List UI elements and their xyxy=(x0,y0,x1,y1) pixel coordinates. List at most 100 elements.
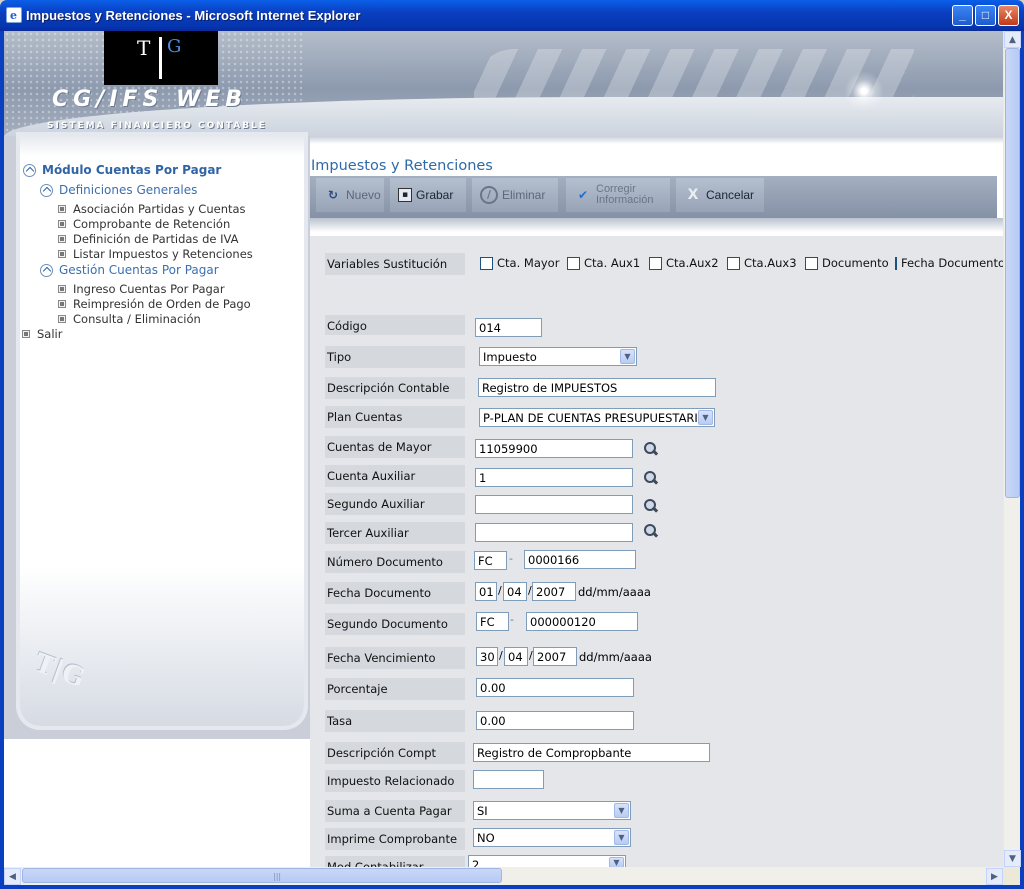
segundo-documento-input[interactable]: 000000120 xyxy=(526,612,638,631)
horizontal-scrollbar[interactable]: ◀ ||| ▶ xyxy=(4,867,1003,885)
logo-letter-t: T xyxy=(137,36,151,60)
title-bar[interactable]: e Impuestos y Retenciones - Microsoft In… xyxy=(0,0,1024,31)
nav-item-comprobante[interactable]: Comprobante de Retención xyxy=(58,217,230,231)
chevron-down-icon[interactable]: ▼ xyxy=(609,857,624,867)
label-mod-contabilizar: Mod.Contabilizar xyxy=(325,856,465,867)
search-icon[interactable] xyxy=(643,470,659,486)
eliminar-button[interactable]: / Eliminar xyxy=(472,178,558,212)
bullet-icon xyxy=(22,330,30,338)
chevron-down-icon[interactable]: ▼ xyxy=(614,830,629,845)
grip-icon: ||| xyxy=(273,872,282,881)
nav-item-asociacion[interactable]: Asociación Partidas y Cuentas xyxy=(58,202,246,216)
sidebar: T|G Módulo Cuentas Por Pagar Definicione… xyxy=(4,136,310,739)
scrollbar-corner xyxy=(1003,867,1020,885)
nav-item-consulta[interactable]: Consulta / Eliminación xyxy=(58,312,201,326)
nav-item-listar-impuestos[interactable]: Listar Impuestos y Retenciones xyxy=(58,247,253,261)
codigo-input[interactable]: 014 xyxy=(475,318,542,337)
nav-module-cuentas-por-pagar[interactable]: Módulo Cuentas Por Pagar xyxy=(23,163,221,177)
label-tasa: Tasa xyxy=(325,710,465,732)
imprime-comprobante-select[interactable]: NO ▼ xyxy=(473,828,631,847)
impuesto-relacionado-input[interactable] xyxy=(473,770,544,789)
grabar-button[interactable]: ▪ Grabar xyxy=(390,178,466,212)
search-icon[interactable] xyxy=(643,523,659,539)
label-descripcion: Descripción Contable xyxy=(325,377,465,399)
suma-cuenta-pagar-select[interactable]: SI ▼ xyxy=(473,801,631,820)
tercer-auxiliar-input[interactable] xyxy=(475,523,633,542)
browser-window: e Impuestos y Retenciones - Microsoft In… xyxy=(0,0,1024,889)
label-fecha-vencimiento: Fecha Vencimiento xyxy=(325,647,465,669)
label-imprime-comprobante: Imprime Comprobante xyxy=(325,828,465,850)
brand-subtitle: SISTEMA FINANCIERO CONTABLE xyxy=(47,121,267,131)
label-numero-documento: Número Documento xyxy=(325,551,465,573)
checkbox-cta-aux2[interactable]: Cta.Aux2 xyxy=(649,256,719,270)
scroll-left-arrow[interactable]: ◀ xyxy=(4,868,21,885)
collapse-icon xyxy=(23,163,36,177)
label-auxiliar: Cuenta Auxiliar xyxy=(325,465,465,487)
checkbox-fecha-documento[interactable]: Fecha Documento xyxy=(895,256,1003,270)
vencimiento-year-input[interactable]: 2007 xyxy=(533,647,577,666)
tipo-select[interactable]: Impuesto ▼ xyxy=(479,347,637,366)
chevron-down-icon[interactable]: ▼ xyxy=(614,803,629,818)
bullet-icon xyxy=(58,285,66,293)
vencimiento-day-input[interactable]: 30 xyxy=(476,647,498,666)
nav-item-definicion-iva[interactable]: Definición de Partidas de IVA xyxy=(58,232,239,246)
checkbox-box xyxy=(727,256,740,270)
window-title: Impuestos y Retenciones - Microsoft Inte… xyxy=(26,8,361,23)
checkbox-documento[interactable]: Documento xyxy=(805,256,889,270)
segundo-documento-prefix[interactable]: FC xyxy=(476,612,509,631)
refresh-icon: ↻ xyxy=(327,188,339,202)
tasa-input[interactable]: 0.00 xyxy=(476,711,634,730)
fecha-year-input[interactable]: 2007 xyxy=(532,582,576,601)
scroll-up-arrow[interactable]: ▲ xyxy=(1004,31,1021,48)
vertical-scrollbar[interactable]: ▲ ▼ xyxy=(1003,31,1021,867)
checkbox-box xyxy=(805,256,818,270)
nav-item-ingreso[interactable]: Ingreso Cuentas Por Pagar xyxy=(58,282,225,296)
search-icon[interactable] xyxy=(643,441,659,457)
label-plan: Plan Cuentas xyxy=(325,406,465,428)
chevron-down-icon[interactable]: ▼ xyxy=(698,410,713,425)
checkbox-cta-aux1[interactable]: Cta. Aux1 xyxy=(567,256,640,270)
label-mayor: Cuentas de Mayor xyxy=(325,436,465,458)
segundo-auxiliar-input[interactable] xyxy=(475,495,633,514)
descripcion-compt-input[interactable]: Registro de Compropbante xyxy=(473,743,710,762)
nuevo-button[interactable]: ↻ Nuevo xyxy=(316,178,384,212)
label-tipo: Tipo xyxy=(325,346,465,368)
label-segundo-documento: Segundo Documento xyxy=(325,613,465,635)
vertical-scroll-thumb[interactable] xyxy=(1005,48,1020,498)
maximize-button[interactable]: □ xyxy=(975,5,996,26)
nav-section-definiciones[interactable]: Definiciones Generales xyxy=(40,183,197,197)
mayor-input[interactable]: 11059900 xyxy=(475,439,633,458)
date-format-hint: dd/mm/aaaa xyxy=(579,650,652,664)
corregir-button[interactable]: ✔ Corregir Información xyxy=(566,178,670,212)
search-icon[interactable] xyxy=(643,498,659,514)
nav-item-reimpresion[interactable]: Reimpresión de Orden de Pago xyxy=(58,297,251,311)
mod-contabilizar-select[interactable]: 2 ▼ xyxy=(468,855,626,867)
auxiliar-input[interactable]: 1 xyxy=(475,468,633,487)
label-tercer-auxiliar: Tercer Auxiliar xyxy=(325,522,465,544)
numero-documento-input[interactable]: 0000166 xyxy=(524,550,636,569)
checkbox-cta-mayor[interactable]: Cta. Mayor xyxy=(480,256,559,270)
scroll-right-arrow[interactable]: ▶ xyxy=(986,868,1003,885)
fecha-month-input[interactable]: 04 xyxy=(503,582,527,601)
nav-item-salir[interactable]: Salir xyxy=(22,327,62,341)
bullet-icon xyxy=(58,205,66,213)
tax-form: Variables Sustitución Cta. Mayor Cta. Au… xyxy=(310,236,1003,867)
nav-section-gestion[interactable]: Gestión Cuentas Por Pagar xyxy=(40,263,219,277)
fecha-day-input[interactable]: 01 xyxy=(475,582,497,601)
close-button[interactable]: X xyxy=(998,5,1019,26)
vencimiento-month-input[interactable]: 04 xyxy=(504,647,528,666)
plan-select[interactable]: P-PLAN DE CUENTAS PRESUPUESTARIO ▼ xyxy=(479,408,715,427)
bullet-icon xyxy=(58,315,66,323)
checkbox-cta-aux3[interactable]: Cta.Aux3 xyxy=(727,256,797,270)
save-icon: ▪ xyxy=(398,188,412,202)
minimize-button[interactable]: _ xyxy=(952,5,973,26)
numero-documento-prefix[interactable]: FC xyxy=(474,551,507,570)
porcentaje-input[interactable]: 0.00 xyxy=(476,678,634,697)
chevron-down-icon[interactable]: ▼ xyxy=(620,349,635,364)
label-impuesto-relacionado: Impuesto Relacionado xyxy=(325,770,465,792)
descripcion-input[interactable]: Registro de IMPUESTOS xyxy=(478,378,716,397)
horizontal-scroll-thumb[interactable]: ||| xyxy=(22,868,502,883)
cancelar-button[interactable]: X Cancelar xyxy=(676,178,764,212)
scroll-down-arrow[interactable]: ▼ xyxy=(1004,850,1021,867)
page-title: Impuestos y Retenciones xyxy=(311,158,493,174)
